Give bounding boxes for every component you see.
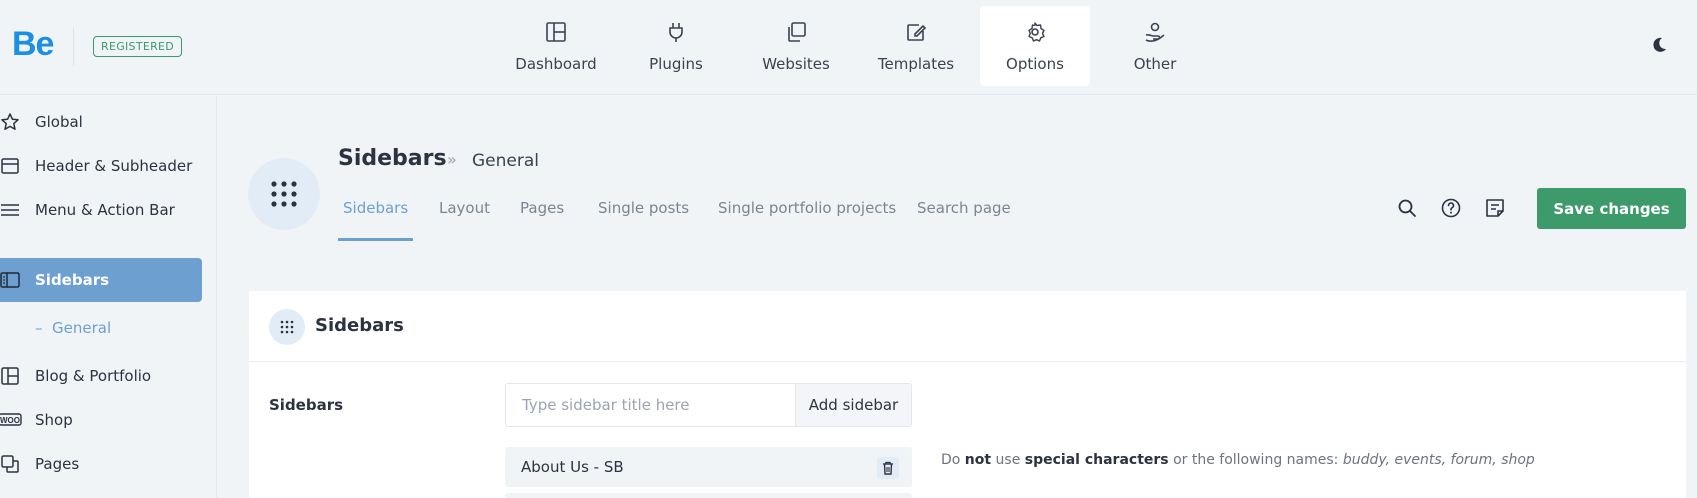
header-layout-icon: [1, 158, 19, 174]
dots-grid-icon: [271, 181, 297, 207]
sidebar-item-name: About Us - SB: [521, 458, 624, 476]
tab-single-posts[interactable]: Single posts: [593, 196, 694, 241]
sidebar-item-pages[interactable]: Pages: [0, 442, 202, 486]
nav-templates[interactable]: Templates: [861, 6, 971, 86]
nav-plugins-label: Plugins: [649, 55, 703, 73]
sidebar-list-item: [505, 493, 912, 498]
nav-options[interactable]: Options: [980, 6, 1090, 86]
menu-lines-icon: [1, 204, 19, 216]
nav-dashboard[interactable]: Dashboard: [501, 6, 611, 86]
add-sidebar-button[interactable]: Add sidebar: [795, 383, 912, 427]
sidebar-item-label: Header & Subheader: [35, 157, 193, 175]
sidebar-item-shop[interactable]: WOO Shop: [0, 398, 202, 442]
hint-part: Do: [941, 452, 965, 468]
nav-templates-label: Templates: [877, 55, 955, 73]
subitem-label: General: [52, 319, 112, 337]
woo-icon: WOO: [0, 413, 22, 426]
hint-emphasis: special characters: [1024, 452, 1169, 468]
trash-icon: [883, 461, 893, 475]
hand-user-icon: [1145, 22, 1165, 42]
template-edit-icon: [907, 24, 927, 41]
sidebar-subitem-general[interactable]: – General: [35, 318, 111, 338]
registered-badge: REGISTERED: [93, 36, 183, 57]
hint-reserved-names: buddy, events, forum, shop: [1342, 452, 1535, 468]
sidebar-item-label: Shop: [35, 411, 73, 429]
sidebar: Global Header & Subheader Menu & Action …: [0, 96, 217, 498]
section-icon-badge: [248, 158, 320, 230]
card-title: Sidebars: [315, 315, 404, 336]
tab-layout[interactable]: Layout: [434, 196, 495, 241]
sidebar-item-header-subheader[interactable]: Header & Subheader: [0, 144, 202, 188]
hint-part: or the following names:: [1168, 452, 1343, 468]
breadcrumb-current: General: [472, 151, 539, 171]
sidebar-item-label: Menu & Action Bar: [35, 201, 175, 219]
hint-part: use: [991, 452, 1025, 468]
tab-sidebars[interactable]: Sidebars: [338, 196, 414, 241]
pages-icon: [1, 455, 19, 473]
dashboard-grid-icon: [546, 22, 566, 42]
sidebar-item-label: Global: [35, 113, 83, 131]
nav-plugins[interactable]: Plugins: [621, 6, 731, 86]
star-icon: [1, 113, 19, 130]
sidebar-item-sidebars[interactable]: Sidebars: [0, 258, 202, 302]
moon-icon[interactable]: [1648, 35, 1668, 55]
sidebar-naming-hint: Do not use special characters or the fol…: [941, 452, 1535, 468]
nav-dashboard-label: Dashboard: [515, 55, 597, 73]
save-changes-button[interactable]: Save changes: [1537, 188, 1686, 229]
svg-text:WOO: WOO: [0, 416, 20, 425]
brand-logo[interactable]: Be: [12, 25, 54, 64]
top-bar: Be REGISTERED Dashboard Plugins Websites…: [0, 0, 1697, 95]
sidebar-item-blog-portfolio[interactable]: Blog & Portfolio: [0, 354, 202, 398]
sidebar-item-label: Pages: [35, 455, 80, 473]
notes-icon[interactable]: [1484, 197, 1506, 219]
search-icon[interactable]: [1396, 197, 1418, 219]
subitem-dash: –: [35, 319, 43, 337]
nav-websites[interactable]: Websites: [741, 6, 851, 86]
nav-other[interactable]: Other: [1100, 6, 1210, 86]
logo-divider: [73, 28, 74, 66]
sidebar-item-label: Blog & Portfolio: [35, 367, 152, 385]
tab-search-page[interactable]: Search page: [912, 196, 1016, 241]
plug-icon: [669, 23, 683, 42]
sidebar-layout-icon: [0, 272, 20, 288]
sidebar-title-input[interactable]: [505, 383, 795, 427]
delete-sidebar-button[interactable]: [877, 457, 899, 479]
nav-websites-label: Websites: [762, 55, 830, 73]
nav-options-label: Options: [1006, 55, 1064, 73]
nav-other-label: Other: [1133, 55, 1177, 73]
card-header: Sidebars: [249, 291, 1686, 362]
breadcrumb-separator: »: [447, 150, 457, 169]
sidebar-item-menu-action-bar[interactable]: Menu & Action Bar: [0, 188, 202, 232]
help-circle-icon[interactable]: [1440, 197, 1462, 219]
page-title: Sidebars: [338, 146, 447, 171]
sidebar-list-item: About Us - SB: [505, 447, 912, 487]
copies-icon: [788, 22, 806, 42]
hint-emphasis: not: [964, 452, 992, 468]
dots-grid-icon: [280, 320, 294, 334]
gear-icon: [1028, 22, 1045, 42]
card-icon-badge: [269, 309, 305, 345]
tab-single-portfolio-projects[interactable]: Single portfolio projects: [713, 196, 901, 241]
sidebars-row-label: Sidebars: [269, 396, 344, 414]
blog-layout-icon: [1, 367, 19, 385]
sidebars-card: Sidebars Sidebars Add sidebar About Us -…: [249, 291, 1686, 498]
sidebar-item-label: Sidebars: [35, 271, 110, 289]
tab-pages[interactable]: Pages: [515, 196, 569, 241]
sidebar-item-global[interactable]: Global: [0, 100, 202, 144]
